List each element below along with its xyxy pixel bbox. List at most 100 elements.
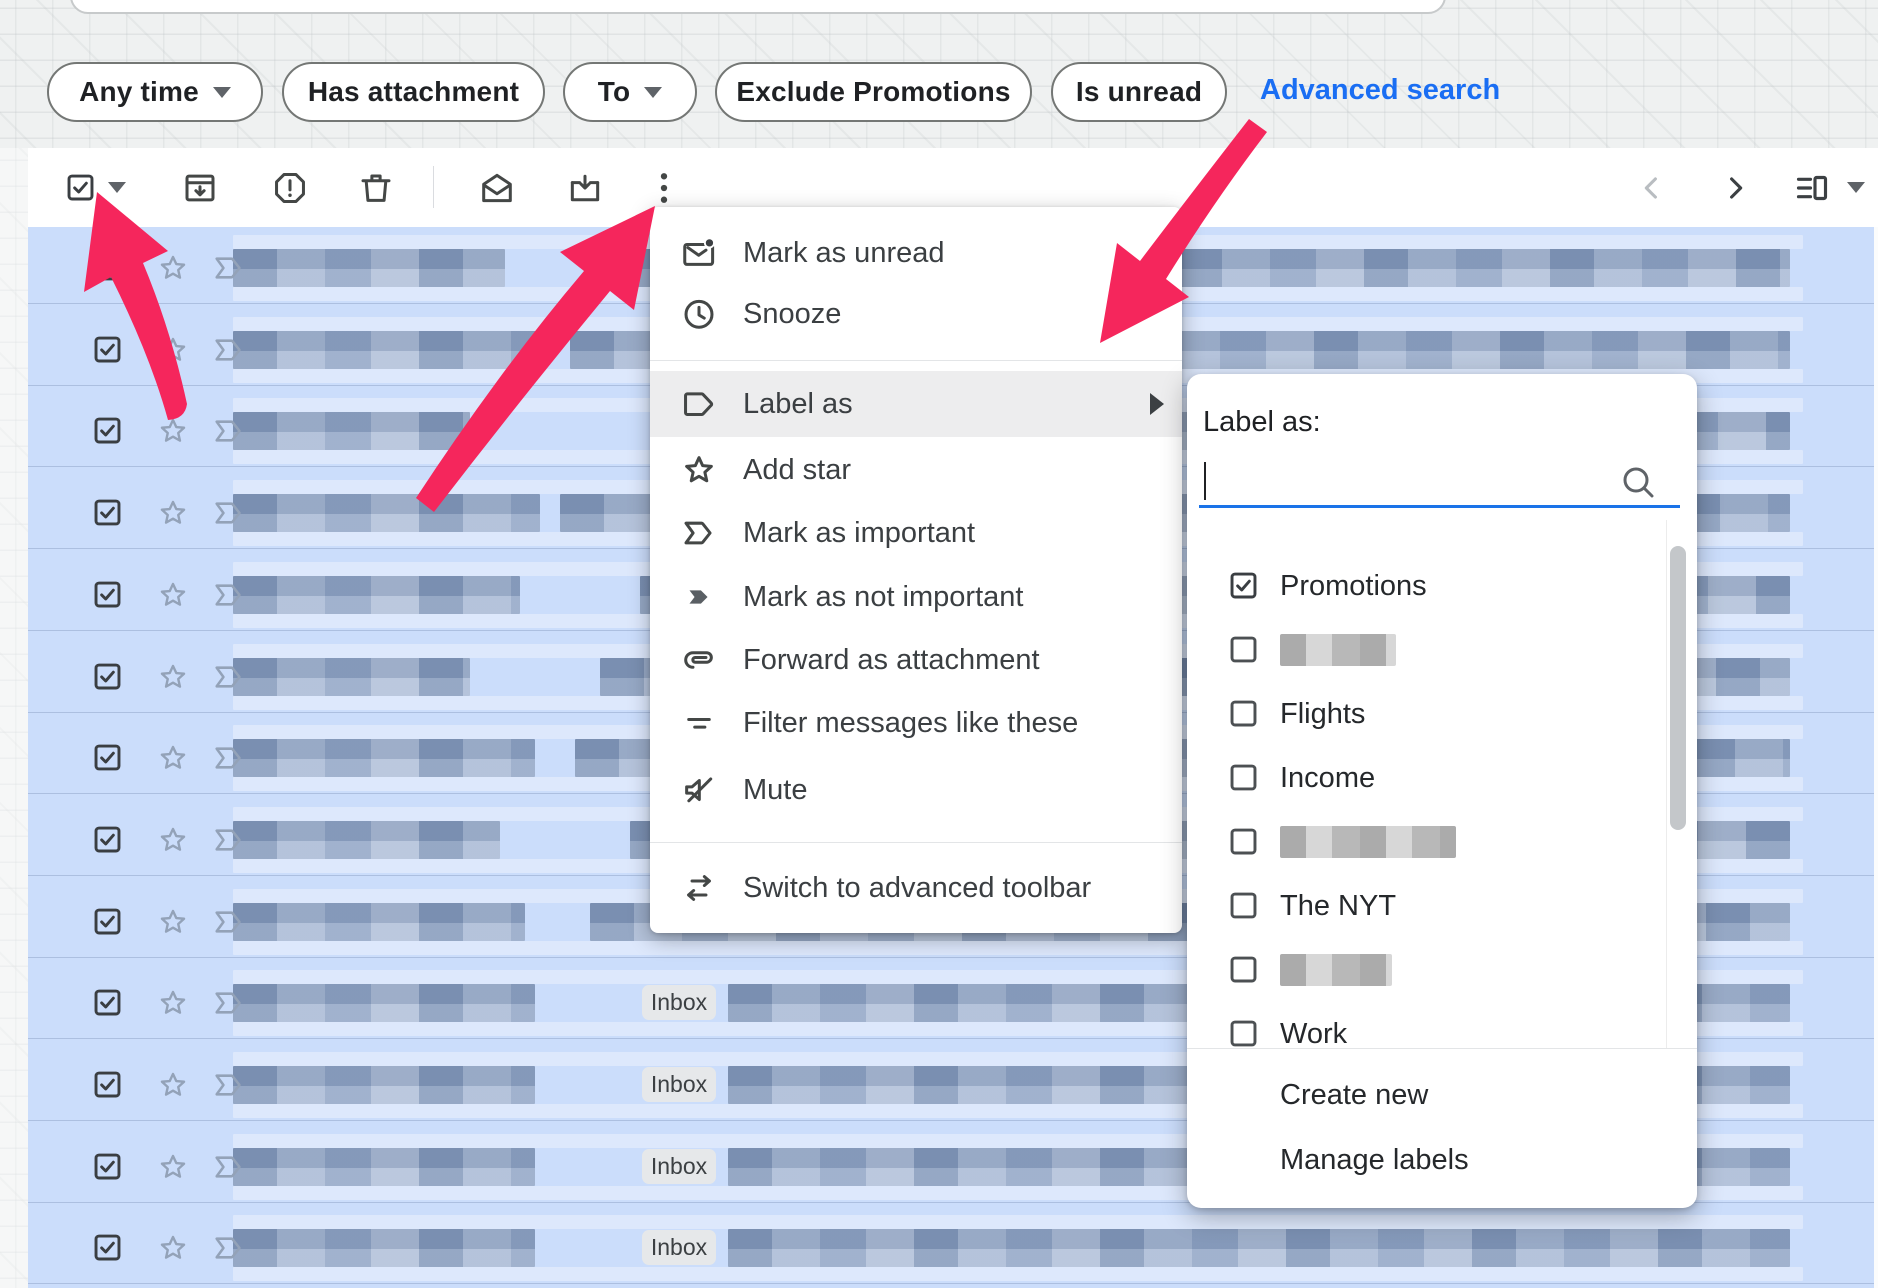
menu-item-forward-as-attachment[interactable]: Forward as attachment: [650, 629, 1182, 691]
importance-marker-icon[interactable]: [211, 413, 247, 454]
star-icon[interactable]: [156, 660, 190, 699]
chevron-down-icon: [644, 87, 662, 98]
star-icon[interactable]: [156, 414, 190, 453]
menu-item-mute[interactable]: Mute: [650, 759, 1182, 821]
scrollbar-thumb[interactable]: [1670, 546, 1686, 830]
label-option-redacted[interactable]: [1187, 618, 1657, 682]
filter-icon: [680, 704, 718, 742]
row-select-checkbox[interactable]: [94, 663, 121, 695]
row-select-checkbox[interactable]: [94, 1071, 121, 1103]
star-icon[interactable]: [156, 1231, 190, 1270]
importance-marker-icon[interactable]: [211, 904, 247, 945]
label-option-flights[interactable]: Flights: [1187, 682, 1657, 746]
inbox-label-chip: Inbox: [642, 985, 716, 1020]
menu-item-label: Mark as not important: [743, 581, 1023, 614]
row-select-checkbox[interactable]: [94, 581, 121, 613]
star-icon[interactable]: [156, 823, 190, 862]
menu-item-mark-as-unread[interactable]: Mark as unread: [650, 222, 1182, 284]
importance-marker-icon[interactable]: [211, 740, 247, 781]
row-select-checkbox[interactable]: [94, 254, 121, 286]
select-all-dropdown[interactable]: [104, 148, 130, 227]
delete-button[interactable]: [353, 148, 399, 227]
row-select-checkbox[interactable]: [94, 826, 121, 858]
menu-item-switch-to-advanced-toolbar[interactable]: Switch to advanced toolbar: [650, 857, 1182, 919]
archive-button[interactable]: [177, 148, 223, 227]
label-icon: [680, 385, 718, 423]
label-menu-action-create-new[interactable]: Create new: [1187, 1066, 1697, 1124]
snooze-icon: [680, 295, 718, 333]
switch-toolbar-icon: [680, 869, 718, 907]
row-select-checkbox[interactable]: [94, 1153, 121, 1185]
menu-item-label: Mark as important: [743, 517, 975, 550]
label-search-input[interactable]: [1199, 456, 1680, 508]
importance-marker-icon[interactable]: [211, 250, 247, 291]
row-select-checkbox[interactable]: [94, 336, 121, 368]
label-menu-action-manage-labels[interactable]: Manage labels: [1187, 1131, 1697, 1189]
redacted-label-name: [1280, 826, 1456, 858]
label-option-the-nyt[interactable]: The NYT: [1187, 874, 1657, 938]
importance-marker-icon[interactable]: [211, 1149, 247, 1190]
mark-as-read-button[interactable]: [474, 148, 520, 227]
split-pane-dropdown[interactable]: [1843, 148, 1869, 227]
search-icon: [1618, 462, 1658, 507]
star-icon[interactable]: [156, 1068, 190, 1107]
star-icon[interactable]: [156, 741, 190, 780]
filter-chip-label: Any time: [79, 76, 199, 108]
menu-item-label-as[interactable]: Label as: [650, 373, 1182, 435]
report-spam-button[interactable]: [267, 148, 313, 227]
row-select-checkbox[interactable]: [94, 499, 121, 531]
importance-marker-icon[interactable]: [211, 495, 247, 536]
redacted-text-block: [233, 1066, 535, 1104]
menu-item-filter-messages-like-these[interactable]: Filter messages like these: [650, 692, 1182, 754]
menu-item-mark-as-important[interactable]: Mark as important: [650, 502, 1182, 564]
label-option-work[interactable]: Work: [1187, 1002, 1657, 1048]
star-icon[interactable]: [156, 986, 190, 1025]
filter-chip-has-attachment[interactable]: Has attachment: [282, 62, 545, 122]
importance-marker-icon[interactable]: [211, 822, 247, 863]
older-page-button[interactable]: [1713, 148, 1757, 227]
star-icon[interactable]: [156, 251, 190, 290]
redacted-text-block: [233, 739, 535, 777]
importance-marker-icon[interactable]: [211, 659, 247, 700]
menu-item-label: Switch to advanced toolbar: [743, 872, 1091, 905]
star-icon[interactable]: [156, 578, 190, 617]
importance-marker-icon[interactable]: [211, 577, 247, 618]
menu-item-mark-as-not-important[interactable]: Mark as not important: [650, 566, 1182, 628]
filter-chip-label: Has attachment: [308, 76, 519, 108]
row-select-checkbox[interactable]: [94, 989, 121, 1021]
checkbox-checked-icon: [1230, 572, 1257, 599]
star-icon[interactable]: [156, 496, 190, 535]
menu-item-add-star[interactable]: Add star: [650, 439, 1182, 501]
filter-chip-exclude-promotions[interactable]: Exclude Promotions: [715, 62, 1032, 122]
newer-page-button[interactable]: [1630, 148, 1674, 227]
label-menu-action-label: Create new: [1280, 1079, 1428, 1112]
importance-marker-icon[interactable]: [211, 1067, 247, 1108]
filter-chip-any-time[interactable]: Any time: [47, 62, 263, 122]
importance-marker-icon[interactable]: [211, 332, 247, 373]
label-option-income[interactable]: Income: [1187, 746, 1657, 810]
label-option-redacted[interactable]: [1187, 938, 1657, 1002]
menu-item-label: Snooze: [743, 298, 841, 331]
importance-marker-icon[interactable]: [211, 1230, 247, 1271]
menu-item-label: Mark as unread: [743, 237, 945, 270]
row-select-checkbox[interactable]: [94, 1234, 121, 1266]
label-option-redacted[interactable]: [1187, 810, 1657, 874]
move-to-button[interactable]: [562, 148, 608, 227]
star-icon[interactable]: [156, 333, 190, 372]
star-icon[interactable]: [156, 905, 190, 944]
advanced-search-link[interactable]: Advanced search: [1260, 74, 1500, 107]
row-select-checkbox[interactable]: [94, 744, 121, 776]
row-select-checkbox[interactable]: [94, 908, 121, 940]
chevron-down-icon: [108, 182, 126, 193]
importance-marker-icon[interactable]: [211, 985, 247, 1026]
select-all-checkbox[interactable]: [58, 148, 102, 227]
filter-chip-to[interactable]: To: [563, 62, 697, 122]
filter-chip-is-unread[interactable]: Is unread: [1051, 62, 1227, 122]
menu-item-snooze[interactable]: Snooze: [650, 283, 1182, 345]
star-icon[interactable]: [156, 1150, 190, 1189]
filter-chip-label: To: [598, 76, 631, 108]
split-pane-toggle[interactable]: [1790, 148, 1834, 227]
row-select-checkbox[interactable]: [94, 417, 121, 449]
important-icon: [680, 514, 718, 552]
label-option-promotions[interactable]: Promotions: [1187, 554, 1657, 618]
